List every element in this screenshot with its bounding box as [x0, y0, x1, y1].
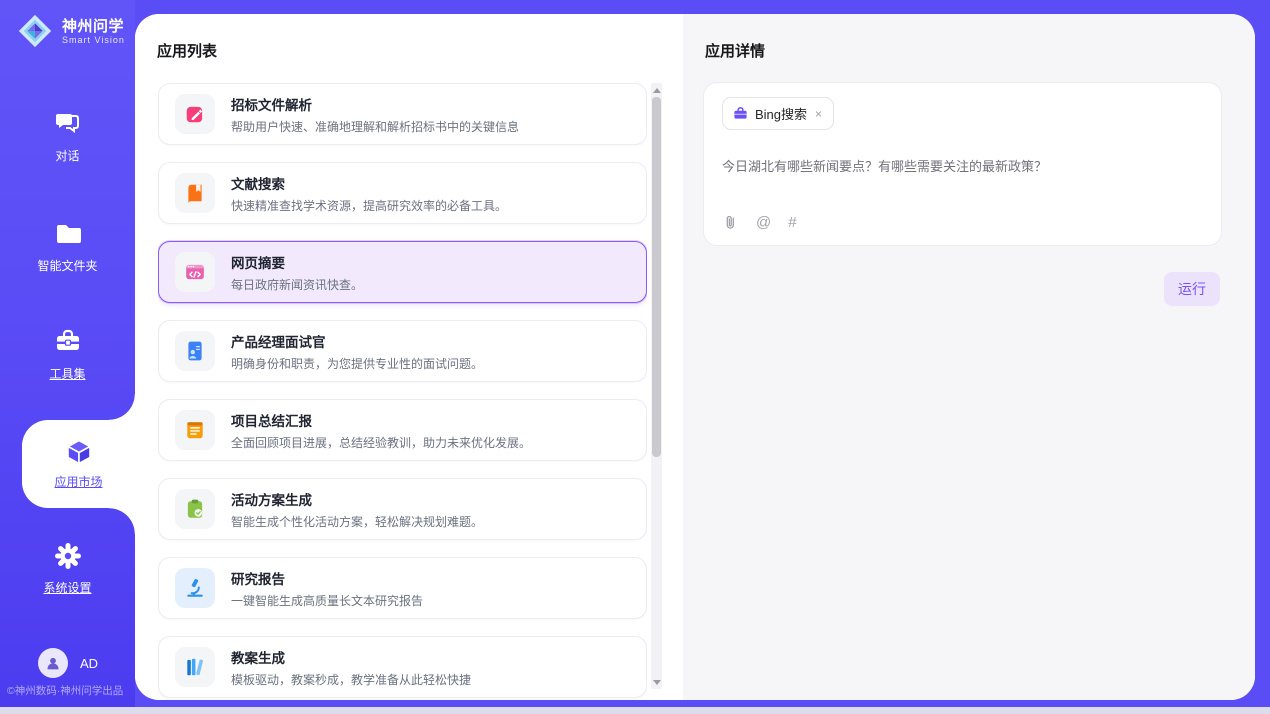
avatar	[38, 648, 68, 678]
cube-icon	[65, 438, 93, 466]
edit-document-icon	[184, 103, 206, 125]
app-icon-container	[175, 568, 215, 608]
app-list-title: 应用列表	[157, 40, 217, 61]
gear-icon	[54, 542, 82, 570]
app-description: 帮助用户快速、准确地理解和解析招标书中的关键信息	[231, 118, 519, 135]
app-description: 模板驱动，教案秒成，教学准备从此轻松快捷	[231, 671, 471, 688]
toolbox-icon	[54, 328, 82, 356]
app-title: 文献搜索	[231, 173, 507, 193]
sidebar-item-label: 对话	[55, 147, 79, 164]
query-input[interactable]: 今日湖北有哪些新闻要点？有哪些需要关注的最新政策？	[722, 156, 1203, 175]
sidebar-item-settings[interactable]: 系统设置	[0, 542, 135, 596]
app-card-project-summary[interactable]: 项目总结汇报 全面回顾项目进展，总结经验教训，助力未来优化发展。	[158, 399, 647, 461]
app-description: 明确身份和职责，为您提供专业性的面试问题。	[231, 355, 483, 372]
run-button[interactable]: 运行	[1164, 272, 1220, 306]
app-icon-container	[175, 252, 215, 292]
app-list-panel: 应用列表 招标文件解析 帮助用户快速、准确地理解和解析招标书中的关键信息	[135, 14, 683, 700]
sidebar-item-label: 智能文件夹	[37, 257, 97, 274]
sidebar-item-smart-folder[interactable]: 智能文件夹	[0, 220, 135, 274]
chat-icon	[54, 110, 82, 138]
folder-icon	[54, 220, 82, 248]
hash-icon[interactable]: #	[788, 214, 796, 231]
list-scrollbar[interactable]	[651, 83, 662, 689]
chip-close-icon[interactable]: ×	[814, 107, 823, 121]
clipboard-check-icon	[184, 498, 206, 520]
scroll-down-arrow[interactable]	[651, 676, 662, 688]
app-description: 快速精准查找学术资源，提高研究效率的必备工具。	[231, 197, 507, 214]
scrollbar-thumb[interactable]	[652, 97, 661, 457]
brand-name: 神州问学	[62, 18, 125, 35]
sidebar-item-chat[interactable]: 对话	[0, 110, 135, 164]
app-card-web-summary[interactable]: 网页摘要 每日政府新闻资讯快查。	[158, 241, 647, 303]
app-icon-container	[175, 489, 215, 529]
notepad-icon	[184, 419, 206, 441]
composer-toolbar: @ #	[722, 214, 797, 231]
sidebar-item-app-market[interactable]: 应用市场	[22, 420, 135, 508]
user-account[interactable]: AD	[38, 648, 98, 678]
app-card-lesson-plan[interactable]: 教案生成 模板驱动，教案秒成，教学准备从此轻松快捷	[158, 636, 647, 698]
app-description: 一键智能生成高质量长文本研究报告	[231, 592, 423, 609]
sidebar-footer-credit: ©神州数码·神州问学出品	[7, 683, 135, 698]
sidebar-item-label: 应用市场	[54, 473, 102, 490]
app-description: 智能生成个性化活动方案，轻松解决规划难题。	[231, 513, 483, 530]
app-card-bid-document-parse[interactable]: 招标文件解析 帮助用户快速、准确地理解和解析招标书中的关键信息	[158, 83, 647, 145]
app-card-event-plan[interactable]: 活动方案生成 智能生成个性化活动方案，轻松解决规划难题。	[158, 478, 647, 540]
app-detail-title: 应用详情	[705, 40, 765, 61]
person-icon	[44, 654, 62, 672]
app-icon-container	[175, 410, 215, 450]
app-title: 活动方案生成	[231, 489, 483, 509]
microscope-icon	[184, 577, 206, 599]
bottom-edge-strip	[0, 707, 1270, 714]
app-card-research-report[interactable]: 研究报告 一键智能生成高质量长文本研究报告	[158, 557, 647, 619]
app-icon-container	[175, 331, 215, 371]
app-icon-container	[175, 173, 215, 213]
sidebar-item-toolkit[interactable]: 工具集	[0, 328, 135, 382]
user-name: AD	[80, 656, 98, 671]
app-list: 招标文件解析 帮助用户快速、准确地理解和解析招标书中的关键信息 文献搜索 快速精…	[158, 83, 647, 700]
app-icon-container	[175, 647, 215, 687]
brand-subtitle: Smart Vision	[62, 35, 125, 45]
tool-chip-bing-search[interactable]: Bing搜索 ×	[722, 97, 834, 130]
app-title: 教案生成	[231, 647, 471, 667]
sidebar-item-label: 工具集	[49, 365, 85, 382]
interview-doc-icon	[184, 340, 206, 362]
app-title: 网页摘要	[231, 252, 363, 272]
briefcase-icon	[733, 106, 748, 121]
brand-logo: 神州问学 Smart Vision	[16, 12, 125, 50]
app-icon-container	[175, 94, 215, 134]
app-title: 产品经理面试官	[231, 331, 483, 351]
sidebar-item-label: 系统设置	[43, 579, 91, 596]
sidebar: 神州问学 Smart Vision 对话 智能文件夹 工具集	[0, 0, 135, 707]
app-card-literature-search[interactable]: 文献搜索 快速精准查找学术资源，提高研究效率的必备工具。	[158, 162, 647, 224]
app-description: 每日政府新闻资讯快查。	[231, 276, 363, 293]
books-icon	[184, 656, 206, 678]
app-title: 研究报告	[231, 568, 423, 588]
book-icon	[184, 182, 206, 204]
at-icon[interactable]: @	[756, 214, 771, 231]
app-description: 全面回顾项目进展，总结经验教训，助力未来优化发展。	[231, 434, 531, 451]
prompt-card: Bing搜索 × 今日湖北有哪些新闻要点？有哪些需要关注的最新政策？ @ #	[703, 82, 1222, 246]
app-card-pm-interviewer[interactable]: 产品经理面试官 明确身份和职责，为您提供专业性的面试问题。	[158, 320, 647, 382]
app-title: 项目总结汇报	[231, 410, 531, 430]
content-area: 应用列表 招标文件解析 帮助用户快速、准确地理解和解析招标书中的关键信息	[135, 14, 1255, 700]
tool-chip-label: Bing搜索	[755, 104, 807, 123]
app-title: 招标文件解析	[231, 94, 519, 114]
paperclip-icon[interactable]	[722, 214, 739, 231]
web-code-icon	[184, 261, 206, 283]
scroll-up-arrow[interactable]	[651, 84, 662, 96]
app-detail-panel: 应用详情 Bing搜索 × 今日湖北有哪些新闻要点？有哪些需要关注的最新政策？ …	[683, 14, 1255, 700]
gem-logo-icon	[16, 12, 54, 50]
